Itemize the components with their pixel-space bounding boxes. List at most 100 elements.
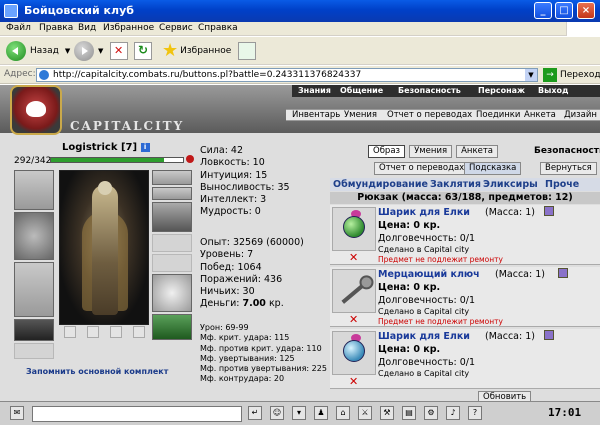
ring-slot-3[interactable] [109,326,122,338]
nav-skills[interactable]: Умения [344,110,377,120]
delete-item-icon[interactable]: ✕ [349,376,358,387]
menu-view[interactable]: Вид [78,23,96,33]
cat-elixirs[interactable]: Эликсиры [483,179,538,190]
hp-bar [50,157,184,163]
remember-set-link[interactable]: Запомнить основной комплект [26,367,168,376]
delete-item-icon[interactable]: ✕ [349,252,358,263]
media-button[interactable] [238,40,256,62]
fight-icon[interactable]: ⚔ [358,406,372,420]
address-input[interactable]: http://capitalcity.combats.ru/buttons.pl… [36,68,538,82]
stat-strength: Сила: 42 [200,145,244,156]
menu-file[interactable]: Файл [6,23,31,33]
cat-spells[interactable]: Заклятия [430,179,481,190]
go-button[interactable]: → Переход [543,68,600,82]
nav-inventory[interactable]: Инвентарь [292,110,340,120]
chat-icon[interactable]: ✉ [10,406,24,420]
item-image[interactable] [332,269,376,313]
inventory-categories: Обмундирование Заклятия Эликсиры Проче [330,178,600,191]
ring-slot-1[interactable] [63,326,76,338]
armor-slot[interactable] [14,262,54,317]
tools-icon[interactable]: ⚒ [380,406,394,420]
filter-icon[interactable]: ▾ [292,406,306,420]
hint-button[interactable]: Подсказка [464,162,522,175]
ring-slot-4[interactable] [132,326,145,338]
settings-icon[interactable]: ⚙ [424,406,438,420]
tab-profile[interactable]: Анкета [456,145,498,158]
send-icon[interactable]: ↵ [248,406,262,420]
delete-item-icon[interactable]: ✕ [349,314,358,325]
menu-tools[interactable]: Сервис [159,23,193,33]
item-origin: Сделано в Capital city [378,245,470,254]
close-icon[interactable]: × [577,2,595,19]
tab-image[interactable]: Образ [368,145,406,158]
maximize-icon[interactable]: □ [555,2,573,19]
address-url[interactable]: http://capitalcity.combats.ru/buttons.pl… [53,70,361,80]
combat-stats: Урон: 69-99 Мф. крит. удара: 115 Мф. про… [200,323,330,385]
address-dropdown-icon[interactable]: ▼ [525,69,537,81]
helmet-slot[interactable] [14,170,54,210]
ring-slot-2[interactable] [86,326,99,338]
bracer-slot[interactable] [152,234,192,252]
sound-icon[interactable]: ♪ [446,406,460,420]
back-arrow-icon [6,41,26,61]
return-button[interactable]: Вернуться [540,162,597,175]
item-name[interactable]: Шарик для Елки [378,207,470,218]
item-durability: Долговечность: 0/1 [378,233,476,244]
smile-icon[interactable]: ☺ [270,406,284,420]
nav-character[interactable]: Персонаж [478,86,525,95]
nav-profile[interactable]: Анкета [524,110,556,120]
item-durability: Долговечность: 0/1 [378,295,476,306]
nav-security[interactable]: Безопасность [398,86,461,95]
help-icon[interactable]: ? [468,406,482,420]
user-icon[interactable]: ♟ [314,406,328,420]
book-icon[interactable]: ▤ [402,406,416,420]
nav-knowledge[interactable]: Знания [298,86,331,95]
item-mass: (Масса: 1) [485,331,535,342]
browser-app-icon [4,4,18,18]
item-name[interactable]: Шарик для Елки [378,331,470,342]
transfers-button[interactable]: Отчет о переводах [374,162,470,175]
item-image[interactable] [332,207,376,251]
ring-slot-right[interactable] [152,254,192,272]
page-icon [39,70,49,80]
cat-other[interactable]: Проче [545,179,579,190]
back-button[interactable]: Назад ▼ [6,40,70,62]
menu-help[interactable]: Справка [198,23,238,33]
forward-dropdown-icon[interactable]: ▼ [98,47,103,55]
refresh-button[interactable] [134,40,152,62]
nav-transfers[interactable]: Отчет о переводах [387,110,472,120]
gift-icon [558,268,568,278]
stop-button[interactable] [110,40,128,62]
nav-fights[interactable]: Поединки [476,110,520,120]
heart-icon [186,155,194,163]
stat-anticrit: Мф. против крит. удара: 110 [200,343,322,353]
favorites-button[interactable]: ★ Избранное [162,40,231,62]
nav-exit[interactable]: Выход [538,86,568,95]
menu-favorites[interactable]: Избранное [103,23,154,33]
nav-design[interactable]: Дизайн [564,110,597,120]
empty-slot-left[interactable] [14,343,54,359]
shield-slot[interactable] [152,274,192,312]
cat-equipment[interactable]: Обмундирование [333,179,428,190]
minimize-icon[interactable]: _ [534,2,552,19]
forward-button[interactable]: ▼ [74,40,103,62]
chat-input[interactable] [32,406,242,422]
weapon-slot-mace[interactable] [14,212,54,260]
item-name[interactable]: Мерцающий ключ [378,269,480,280]
refresh-inventory-button[interactable]: Обновить [478,391,532,401]
media-icon [238,42,256,60]
earring-slot[interactable] [152,170,192,185]
tab-skills[interactable]: Умения [409,145,453,158]
gloves-slot[interactable] [152,202,192,232]
map-icon[interactable]: ⌂ [336,406,350,420]
menu-edit[interactable]: Правка [39,23,73,33]
hp-text: 292/342 [14,156,52,166]
belt-slot[interactable] [14,319,54,341]
nav-communication[interactable]: Общение [340,86,383,95]
amulet-slot[interactable] [152,187,192,200]
boots-slot[interactable] [152,314,192,340]
item-image[interactable] [332,331,376,375]
info-icon[interactable]: i [140,142,150,152]
security-link[interactable]: Безопасность [534,146,600,156]
back-dropdown-icon[interactable]: ▼ [65,47,70,55]
